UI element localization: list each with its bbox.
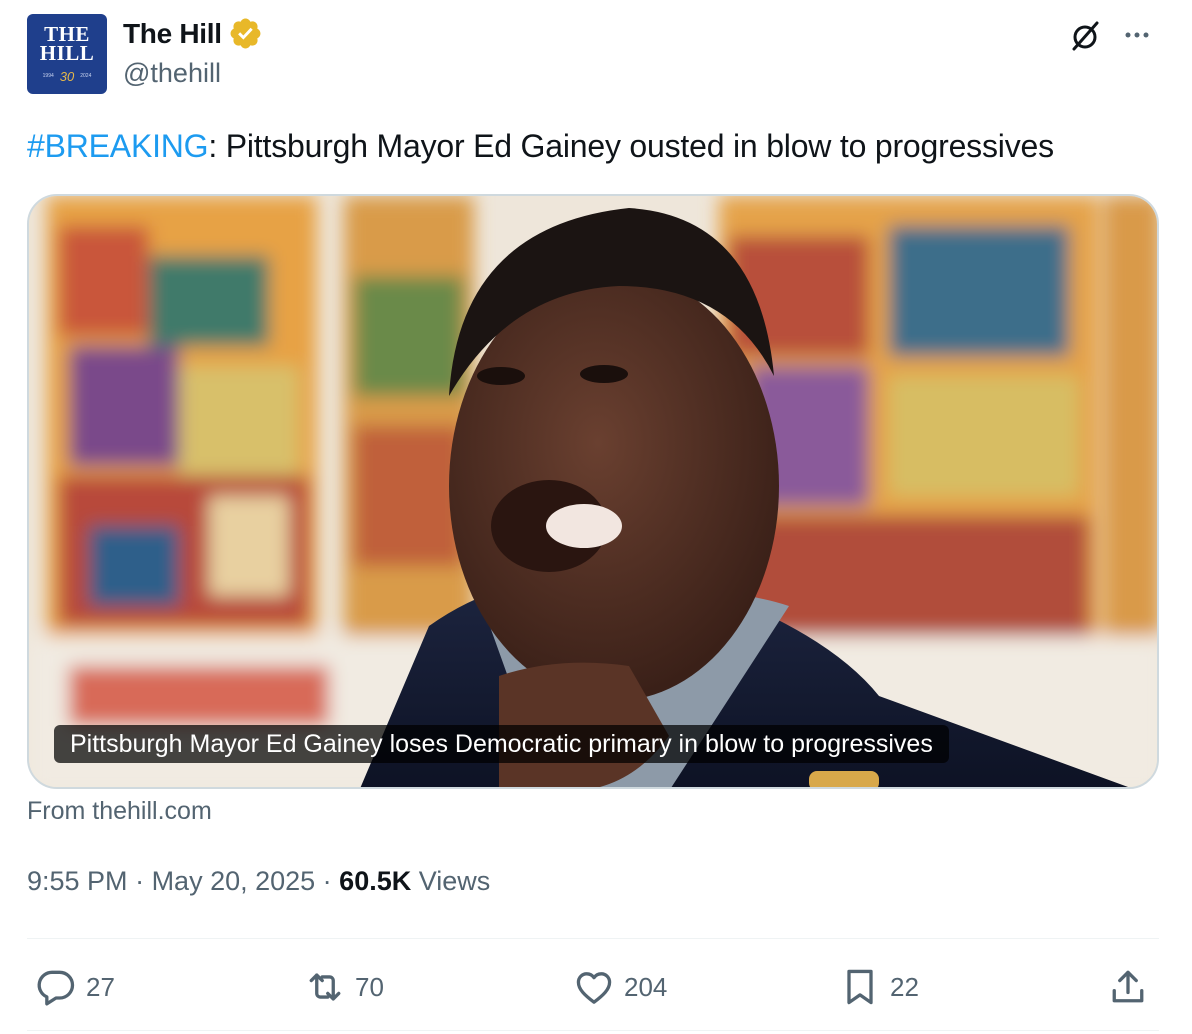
reply-icon	[37, 970, 75, 1006]
link-card[interactable]: Pittsburgh Mayor Ed Gainey loses Democra…	[27, 194, 1159, 789]
tweet-date[interactable]: May 20, 2025	[152, 866, 316, 896]
share-icon	[1112, 970, 1144, 1003]
like-count: 204	[624, 971, 668, 1002]
author-display-name[interactable]: The Hill	[123, 18, 222, 50]
meta-separator: ·	[127, 866, 152, 896]
tweet-meta: 9:55 PM · May 20, 2025 · 60.5K Views	[27, 866, 490, 897]
grok-icon[interactable]	[1066, 17, 1104, 55]
more-icon[interactable]	[1120, 20, 1154, 50]
author-handle[interactable]: @thehill	[123, 58, 221, 89]
avatar-year-end: 2024	[80, 73, 92, 79]
avatar[interactable]: THE HILL 1994 30 2024	[27, 14, 107, 94]
repost-count: 70	[355, 971, 384, 1002]
article-photo	[29, 196, 1157, 787]
divider	[27, 938, 1159, 939]
reply-count: 27	[86, 971, 115, 1002]
views-count: 60.5K	[339, 866, 412, 896]
verified-badge-icon[interactable]	[228, 16, 263, 51]
author-name-row: The Hill	[123, 16, 263, 51]
share-button[interactable]	[1106, 964, 1150, 1010]
card-source[interactable]: From thehill.com	[27, 797, 212, 826]
tweet-time[interactable]: 9:55 PM	[27, 866, 128, 896]
divider	[27, 1030, 1159, 1031]
like-button[interactable]: 204	[572, 964, 667, 1010]
avatar-year-start: 1994	[42, 73, 54, 79]
tweet-text: #BREAKING: Pittsburgh Mayor Ed Gainey ou…	[27, 126, 1054, 166]
card-caption: Pittsburgh Mayor Ed Gainey loses Democra…	[54, 725, 949, 763]
reply-button[interactable]: 27	[34, 964, 115, 1010]
bookmark-count: 22	[890, 971, 919, 1002]
avatar-line-2: HILL	[39, 40, 95, 65]
tweet-view: THE HILL 1994 30 2024 The Hill @thehill	[0, 0, 1192, 1034]
repost-icon	[309, 973, 341, 1001]
bookmark-icon	[847, 969, 873, 1005]
meta-separator: ·	[315, 866, 340, 896]
bookmark-button[interactable]: 22	[838, 964, 919, 1010]
avatar-anniversary-mark: 1994 30 2024	[43, 69, 92, 84]
tweet-body: : Pittsburgh Mayor Ed Gainey ousted in b…	[208, 128, 1054, 164]
avatar-anniversary-number: 30	[59, 68, 75, 84]
repost-button[interactable]: 70	[303, 964, 384, 1010]
like-icon	[576, 972, 612, 1004]
views-label: Views	[418, 866, 491, 896]
hashtag-link[interactable]: #BREAKING	[27, 128, 209, 164]
